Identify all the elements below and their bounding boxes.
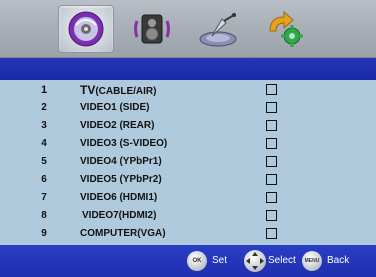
set-hint-label: Set: [212, 255, 228, 266]
list-item[interactable]: 8 VIDEO7(HDMI2): [0, 207, 376, 225]
input-checkbox[interactable]: [266, 210, 277, 221]
tab-channel[interactable]: [190, 5, 246, 53]
input-number: 2: [41, 102, 47, 113]
input-number: 6: [41, 174, 47, 185]
input-number: 5: [41, 156, 47, 167]
list-item[interactable]: 3 VIDEO2 (REAR): [0, 117, 376, 135]
input-label: VIDEO7(HDMI2): [82, 210, 157, 221]
input-number: 3: [41, 120, 47, 131]
list-item[interactable]: 2 VIDEO1 (SIDE): [0, 99, 376, 117]
list-item[interactable]: 7 VIDEO6 (HDMI1): [0, 189, 376, 207]
dpad-icon: [244, 250, 266, 272]
input-number: 1: [40, 84, 48, 96]
input-number: 8: [41, 210, 47, 221]
input-label: VIDEO5 (YPbPr2): [80, 174, 162, 185]
header-band: [0, 58, 376, 80]
tab-picture-source[interactable]: [58, 5, 114, 53]
input-label: VIDEO2 (REAR): [80, 120, 155, 131]
input-label: VIDEO3 (S-VIDEO): [80, 138, 168, 149]
input-checkbox[interactable]: [266, 174, 277, 185]
input-number: 4: [41, 138, 47, 149]
input-source-osd: 1 TV(CABLE/AIR) 2 VIDEO1 (SIDE) 3 VIDEO2…: [0, 0, 376, 277]
menu-tab-bar: [0, 0, 376, 58]
input-label: VIDEO4 (YPbPr1): [80, 156, 162, 167]
input-label: VIDEO1 (SIDE): [80, 102, 150, 113]
input-checkbox[interactable]: [266, 156, 277, 167]
input-label-main: TV: [80, 83, 96, 97]
input-checkbox[interactable]: [266, 228, 277, 239]
input-number: 9: [41, 228, 47, 239]
input-label: TV(CABLE/AIR): [80, 81, 156, 101]
list-item[interactable]: 6 VIDEO5 (YPbPr2): [0, 171, 376, 189]
list-item[interactable]: 9 COMPUTER(VGA): [0, 225, 376, 243]
input-label: VIDEO6 (HDMI1): [80, 192, 158, 203]
speaker-icon: [134, 14, 170, 44]
list-item[interactable]: 4 VIDEO3 (S-VIDEO): [0, 135, 376, 153]
tab-setup[interactable]: [256, 5, 312, 53]
input-label: COMPUTER(VGA): [80, 228, 166, 239]
footer-hint-bar: OK Set Select MENU Back: [0, 245, 376, 277]
ok-button-icon: OK: [187, 251, 207, 271]
input-label-sub: (CABLE/AIR): [95, 86, 157, 97]
input-checkbox[interactable]: [266, 102, 277, 113]
satellite-dish-icon: [199, 13, 237, 47]
input-source-list: 1 TV(CABLE/AIR) 2 VIDEO1 (SIDE) 3 VIDEO2…: [0, 80, 376, 245]
select-hint-label: Select: [268, 255, 296, 266]
settings-arrows-icon: [269, 10, 303, 47]
list-item[interactable]: 1 TV(CABLE/AIR): [0, 81, 376, 99]
input-checkbox[interactable]: [266, 138, 277, 149]
tab-audio[interactable]: [124, 5, 180, 53]
input-checkbox[interactable]: [266, 84, 277, 95]
input-number: 7: [41, 192, 47, 203]
menu-button-icon: MENU: [302, 251, 322, 271]
input-checkbox[interactable]: [266, 192, 277, 203]
list-item[interactable]: 5 VIDEO4 (YPbPr1): [0, 153, 376, 171]
input-checkbox[interactable]: [266, 120, 277, 131]
disc-icon: [68, 11, 104, 47]
back-hint-label: Back: [327, 255, 350, 266]
